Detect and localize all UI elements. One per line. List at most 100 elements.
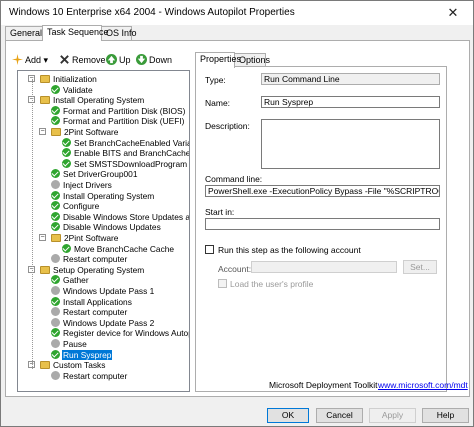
- tree-item[interactable]: Configure: [51, 201, 100, 211]
- tree-item[interactable]: Register device for Windows Autopilot (P…: [51, 328, 189, 339]
- name-label: Name:: [205, 98, 231, 108]
- account-field[interactable]: [251, 261, 397, 273]
- apply-button[interactable]: Apply: [369, 408, 416, 423]
- command-line-field[interactable]: PowerShell.exe -ExecutionPolicy Bypass -…: [205, 185, 440, 197]
- properties-window: Windows 10 Enterprise x64 2004 - Windows…: [0, 0, 474, 427]
- tree-item-label: Configure: [63, 201, 100, 212]
- tree-item[interactable]: Disable Windows Store Updates and Con: [51, 211, 190, 222]
- collapse-toggle[interactable]: −: [39, 234, 46, 241]
- tree-item[interactable]: Install Applications: [51, 296, 133, 307]
- load-profile-checkbox[interactable]: [218, 279, 227, 288]
- tree-item-label: Install Operating System: [53, 95, 145, 106]
- tree-item[interactable]: Pause: [51, 339, 88, 349]
- help-button[interactable]: Help: [422, 408, 469, 423]
- tree-guide-line: [32, 79, 33, 369]
- tree-item[interactable]: Set SMSTSDownloadProgram Variab: [62, 158, 189, 169]
- tree-item-label: Windows Update Pass 2: [63, 317, 155, 328]
- tree-item-label: Inject Drivers: [63, 180, 112, 190]
- tree-item[interactable]: Set DriverGroup001: [51, 169, 138, 179]
- up-button[interactable]: Up: [106, 53, 131, 67]
- check-icon: [51, 201, 60, 211]
- tree-item[interactable]: Install Operating System: [40, 95, 145, 105]
- start-in-field[interactable]: [205, 218, 440, 230]
- tree-item[interactable]: Custom Tasks: [40, 360, 106, 370]
- gray-icon: [51, 254, 60, 264]
- load-profile-label: Load the user's profile: [230, 279, 314, 289]
- tree-item[interactable]: Enable BITS and BranchCache: [62, 148, 190, 159]
- check-icon: [51, 222, 60, 232]
- run-as-checkbox[interactable]: [205, 245, 214, 254]
- check-icon: [62, 137, 71, 147]
- tree-item-label: Setup Operating System: [53, 264, 145, 275]
- type-label: Type:: [205, 75, 226, 85]
- tree-item-label: Enable BITS and BranchCache: [74, 148, 190, 159]
- collapse-toggle[interactable]: −: [39, 128, 46, 135]
- gray-icon: [51, 180, 60, 189]
- name-field[interactable]: Run Sysprep: [261, 96, 440, 108]
- tree-item[interactable]: Install Operating System: [51, 190, 155, 201]
- set-button[interactable]: Set...: [403, 260, 437, 274]
- tree-item[interactable]: Set BranchCacheEnabled Variable: [62, 137, 190, 148]
- tree-item[interactable]: Validate: [51, 84, 94, 95]
- tree-item-label: Register device for Windows Autopilot (P…: [63, 328, 189, 339]
- tree-item-label: Set BranchCacheEnabled Variable: [74, 137, 190, 148]
- tree-item[interactable]: Restart computer: [51, 370, 128, 381]
- tree-item[interactable]: Move BranchCache Cache: [62, 243, 175, 254]
- tree-item[interactable]: Setup Operating System: [40, 265, 145, 275]
- down-arrow-icon: [136, 54, 147, 65]
- tree-item[interactable]: Format and Partition Disk (BIOS): [51, 105, 186, 116]
- tree-item[interactable]: Inject Drivers: [51, 180, 113, 190]
- tree-item[interactable]: 2Pint Software: [51, 127, 119, 137]
- add-button[interactable]: Add ▾: [12, 53, 48, 67]
- tree-item-label: Run Sysprep: [62, 349, 113, 360]
- tree-item-label: Set DriverGroup001: [63, 169, 138, 180]
- gray-icon: [51, 317, 60, 327]
- remove-icon: [60, 55, 69, 64]
- tree-item[interactable]: Windows Update Pass 1: [51, 286, 155, 296]
- gray-icon: [51, 370, 60, 380]
- check-icon: [62, 148, 71, 158]
- check-icon: [51, 84, 60, 94]
- task-sequence-tree[interactable]: Initialization − Validate Install Operating…: [17, 70, 190, 392]
- account-label: Account:: [218, 264, 252, 274]
- mdt-link[interactable]: www.microsoft.com/mdt: [378, 380, 468, 390]
- ok-button[interactable]: OK: [267, 408, 309, 423]
- footer-brand: Microsoft Deployment Toolkit: [269, 380, 378, 390]
- tree-item-label: Disable Windows Store Updates and Con: [63, 211, 190, 222]
- tree-item-label: Format and Partition Disk (BIOS): [63, 105, 186, 116]
- tree-item-label: Custom Tasks: [53, 360, 106, 371]
- up-label: Up: [119, 55, 131, 65]
- tree-item-label: Install Operating System: [63, 190, 155, 201]
- description-field[interactable]: [261, 119, 440, 169]
- tree-item-label: Pause: [63, 339, 87, 349]
- tree-item[interactable]: Restart computer: [51, 307, 128, 317]
- tree-item[interactable]: Disable Windows Updates: [51, 222, 162, 232]
- tree-item[interactable]: Restart computer: [51, 254, 128, 264]
- tree-item-label: Install Applications: [63, 296, 132, 307]
- tree-item[interactable]: Initialization: [40, 74, 98, 84]
- folder-icon: [51, 128, 61, 136]
- close-button[interactable]: ✕: [433, 1, 473, 25]
- check-icon: [51, 190, 60, 200]
- tree-item[interactable]: Format and Partition Disk (UEFI): [51, 116, 185, 126]
- tree-item-label: Windows Update Pass 1: [63, 286, 155, 296]
- command-line-label: Command line:: [205, 174, 263, 184]
- tab-properties[interactable]: Properties: [195, 52, 241, 68]
- window-title: Windows 10 Enterprise x64 2004 - Windows…: [9, 7, 295, 18]
- task-sequence-panel: Add ▾ Remove Up Down Initialization − Vali…: [5, 40, 470, 397]
- tab-task-sequence[interactable]: Task Sequence: [42, 25, 109, 41]
- tree-item-label: Initialization: [53, 74, 97, 84]
- tree-item[interactable]: Run Sysprep: [51, 349, 113, 360]
- title-bar: Windows 10 Enterprise x64 2004 - Windows…: [1, 1, 473, 25]
- tab-general[interactable]: General: [5, 26, 44, 40]
- down-label: Down: [149, 55, 173, 65]
- check-icon: [51, 105, 60, 115]
- tree-item-label: Format and Partition Disk (UEFI): [63, 116, 185, 127]
- tree-item-label: 2Pint Software: [64, 127, 119, 137]
- tree-item[interactable]: Windows Update Pass 2: [51, 317, 155, 328]
- cancel-button[interactable]: Cancel: [316, 408, 363, 423]
- down-button[interactable]: Down: [136, 53, 172, 67]
- tree-item[interactable]: 2Pint Software: [51, 233, 119, 243]
- tree-item[interactable]: Gather: [51, 275, 90, 285]
- remove-button[interactable]: Remove: [59, 53, 106, 67]
